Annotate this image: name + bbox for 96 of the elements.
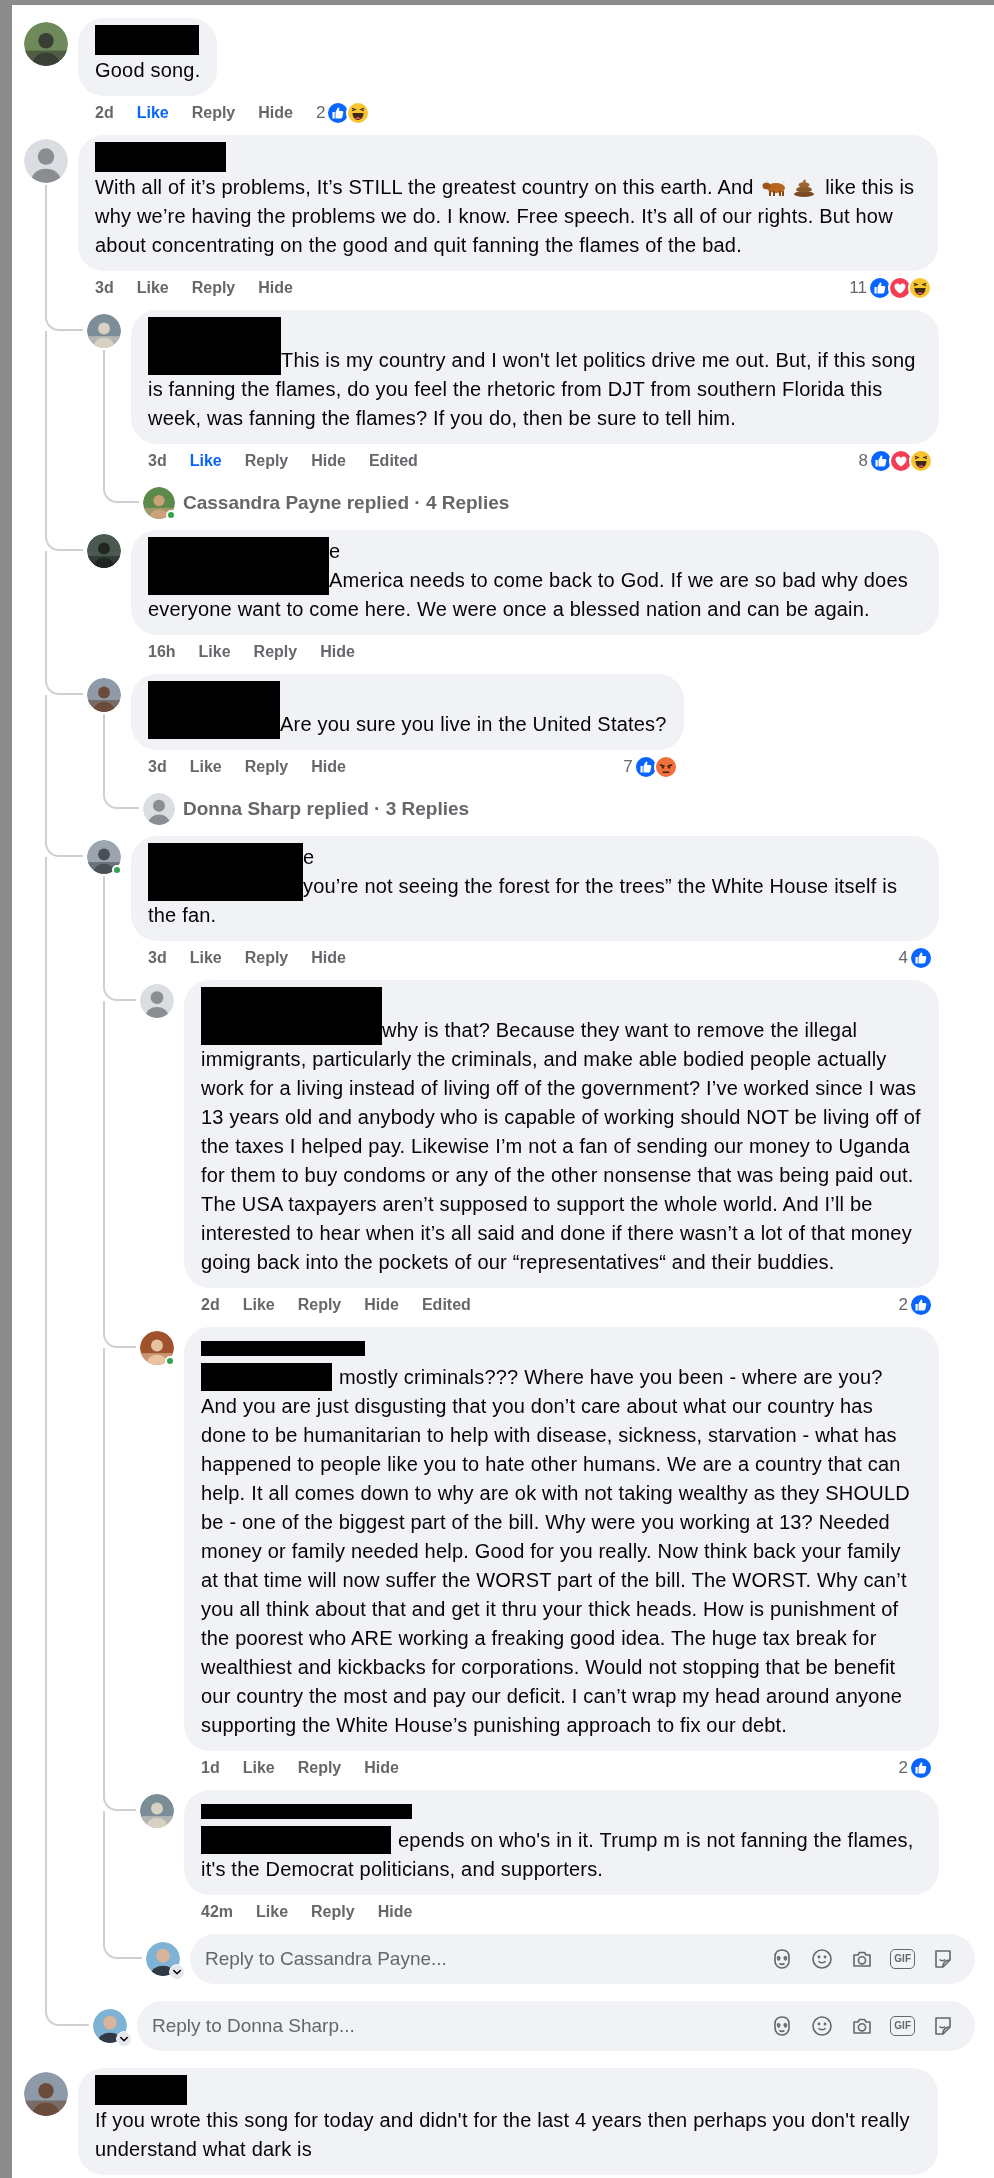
like-icon[interactable] (869, 449, 893, 473)
hide-button[interactable]: Hide (320, 643, 355, 661)
like-button[interactable]: Like (136, 104, 169, 122)
reaction-count[interactable]: 8 (858, 451, 868, 471)
thread-connector (103, 1790, 136, 1811)
comment-text: epends on who's in it. Trump m is not fanning the flames, it's the Democrat politicians, and supporters. (201, 1828, 915, 1882)
thread-connector (103, 1327, 136, 1348)
hide-button[interactable]: Hide (377, 1903, 413, 1921)
reaction-count[interactable]: 2 (898, 1295, 908, 1315)
reaction-count[interactable]: 7 (623, 757, 633, 777)
thread-connector (45, 674, 83, 695)
timestamp[interactable]: 2d (201, 1296, 220, 1314)
avatar[interactable] (87, 678, 121, 712)
reply-button[interactable]: Reply (191, 279, 236, 297)
thread-connector (103, 980, 136, 1001)
like-button[interactable]: Like (242, 1759, 275, 1777)
poop-icon (792, 177, 817, 197)
reply-button[interactable]: Reply (297, 1296, 342, 1314)
caret-icon[interactable] (116, 2031, 132, 2047)
reply-button[interactable]: Reply (253, 643, 298, 661)
reaction-count[interactable]: 11 (849, 278, 867, 298)
hide-button[interactable]: Hide (311, 452, 346, 470)
reply-button[interactable]: Reply (311, 1903, 355, 1921)
laughing-face-icon[interactable] (346, 101, 371, 125)
like-icon[interactable] (909, 1756, 933, 1780)
hide-button[interactable]: Hide (258, 104, 293, 122)
reply-field[interactable]: Reply to Donna Sharp... GIF (137, 2001, 975, 2051)
comment-text: mostly criminals??? Where have you been - where are you? And you are just disgusting that you don’t care about what our country has done to be humanitarian to help with disease, sickness, starvation - what has happened to people like you to hate other humans. We are a country that can help. It all comes down to why are ok with not taking wealthy as they SHOULD be - one of the biggest part of the bill. Why were you working at 13? Needed money or family needed help. Good for you really. Now think back your family at that time will now suffer the WORST part of the bill. The WORST. Why can’t you all think about that and get it thru your thick heads. How is punishment of the poorest who ARE working a freaking good idea. The huge tax break for wealthiest and kickbacks for corporations. Would not stopping that be benefit our country the most and pay our deficit. I can’t wrap my head around anyone supporting the White House’s punishing approach to fix our debt. (201, 1365, 911, 1738)
reaction-count[interactable]: 2 (315, 103, 326, 123)
thread-connector (103, 483, 139, 503)
avatar[interactable] (93, 2009, 127, 2043)
thread-connector (103, 789, 139, 809)
like-button[interactable]: Like (198, 643, 231, 661)
replies-link[interactable]: Cassandra Payne replied · 4 Replies (183, 487, 510, 519)
thread-connector (45, 310, 83, 331)
timestamp[interactable]: 42m (201, 1903, 234, 1921)
hide-button[interactable]: Hide (311, 758, 346, 776)
like-button[interactable]: Like (136, 279, 169, 297)
edited-label: Edited (368, 452, 418, 470)
hide-button[interactable]: Hide (311, 949, 346, 967)
avatar[interactable] (146, 1942, 180, 1976)
replies-link[interactable]: Donna Sharp replied · 3 Replies (183, 793, 470, 825)
timestamp[interactable]: 3d (148, 452, 167, 470)
timestamp[interactable]: 2d (95, 104, 114, 122)
reply-button[interactable]: Reply (244, 949, 289, 967)
reply-button[interactable]: Reply (191, 104, 236, 122)
comment-text: why is that? Because they want to remove the illegal immigrants, particularly the criminals, and make able bodied people actually work for a living instead of living off of the government? I’ve worked since I was 13 years old and anybody who is capable of working should NOT be living off of the taxes I helped pay. Likewise I’m not a fan of sending our money to Uganda for them to buy condoms or any of the other nonsense that was being paid out. The USA taxpayers aren’t supposed to support the whole world. And I’ll be interested to hear when it’s all said and done if there wasn’t a lot of that money going back into the pockets of our “representatives“ and their buddies. (201, 1018, 922, 1275)
timestamp[interactable]: 3d (95, 279, 114, 297)
like-button[interactable]: Like (189, 758, 222, 776)
timestamp[interactable]: 3d (148, 949, 167, 967)
reaction-count[interactable]: 4 (898, 948, 908, 968)
like-icon[interactable] (909, 946, 933, 970)
caret-icon[interactable] (169, 1964, 185, 1980)
laughing-face-icon[interactable] (909, 449, 933, 473)
like-icon[interactable] (868, 276, 892, 300)
reply-button[interactable]: Reply (244, 758, 289, 776)
hide-button[interactable]: Hide (258, 279, 293, 297)
comment-text: This is my country and I won't let politics drive me out. But, if this song is fanning the flames, do you feel the rhetoric from DJT from southern Florida this week, was fanning the flames? If you do, then be sure to tell him. (148, 348, 917, 431)
reply-button[interactable]: Reply (297, 1759, 342, 1777)
gif-button[interactable]: GIF (890, 1949, 915, 1969)
like-button[interactable]: Like (189, 949, 222, 967)
comment-text: If you wrote this song for today and didn't for the last 4 years then perhaps you don't really understand what dark is (95, 2108, 911, 2162)
like-button[interactable]: Like (242, 1296, 275, 1314)
comment-text: Good song. (95, 58, 201, 83)
like-icon[interactable] (633, 755, 658, 779)
comment-text: With all of it’s problems, It’s STILL the greatest country on this earth. And like this is why we’re having the problems we do. I know. Free speech. It’s all of our rights. But how about concentrating on the good and quit fanning the flames of the bad. (95, 175, 916, 258)
timestamp[interactable]: 3d (148, 758, 167, 776)
comment-text: Are you sure you live in the United States? (279, 712, 667, 737)
thread-connector (45, 2001, 89, 2026)
thread-connector (45, 530, 83, 551)
laughing-face-icon[interactable] (908, 276, 932, 300)
comment-text: you’re not seeing the forest for the trees” the White House itself is the fan. (148, 874, 899, 928)
smiley-icon[interactable] (810, 1947, 835, 1971)
comment-text: America needs to come back to God. If we are so bad why does everyone want to come here. We were once a blessed nation and can be again. (148, 568, 909, 622)
thread-connector (45, 836, 83, 857)
timestamp[interactable]: 1d (201, 1759, 220, 1777)
hide-button[interactable]: Hide (364, 1296, 399, 1314)
avatar[interactable] (24, 22, 68, 66)
like-icon[interactable] (909, 1293, 933, 1317)
like-button[interactable]: Like (189, 452, 222, 470)
hide-button[interactable]: Hide (364, 1759, 399, 1777)
angry-face-icon[interactable] (653, 755, 678, 779)
reply-field[interactable]: Reply to Cassandra Payne... GIF (190, 1934, 975, 1984)
smiley-icon[interactable] (810, 2014, 835, 2038)
like-button[interactable]: Like (256, 1903, 289, 1921)
name-fragment: e (303, 846, 315, 868)
avatar[interactable] (87, 840, 121, 874)
thread-connector (103, 1934, 142, 1959)
avatar[interactable] (87, 534, 121, 568)
reply-button[interactable]: Reply (244, 452, 289, 470)
gif-button[interactable]: GIF (890, 2016, 915, 2036)
edited-label: Edited (421, 1296, 471, 1314)
reaction-count[interactable]: 2 (898, 1758, 908, 1778)
name-fragment: e (329, 540, 341, 562)
avatar[interactable] (24, 2072, 68, 2116)
timestamp[interactable]: 16h (148, 643, 176, 661)
